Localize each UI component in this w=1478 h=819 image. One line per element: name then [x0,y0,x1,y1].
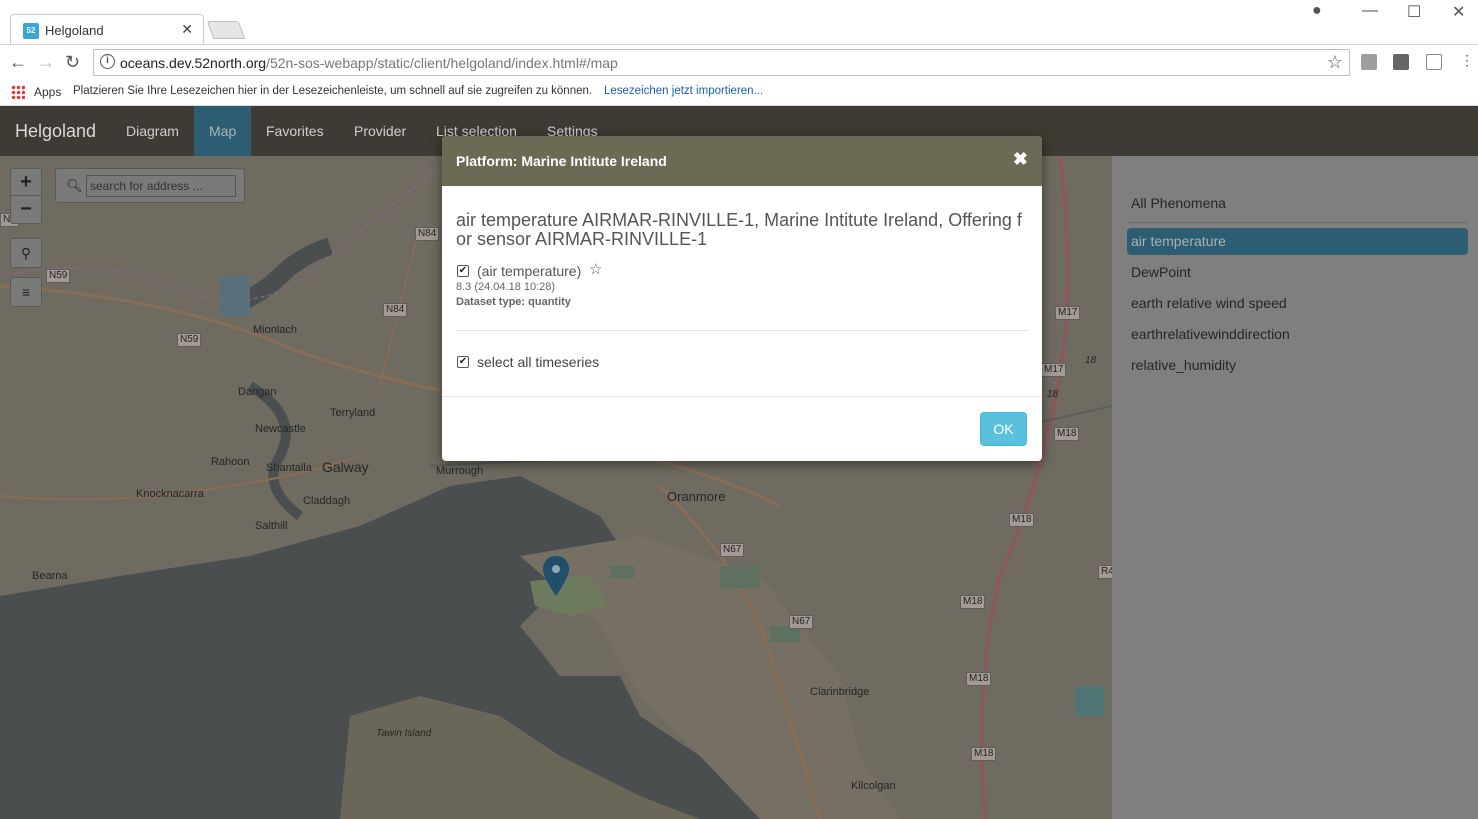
bookmark-apps[interactable]: Apps [34,85,61,99]
zoom-in-button[interactable]: + [11,169,41,196]
nav-map[interactable]: Map [194,106,252,156]
zoom-out-button[interactable]: − [11,196,41,223]
search-extension-icon[interactable] [1426,54,1442,70]
tab-close-icon[interactable]: ✕ [181,21,193,38]
map-label-oranmore: Oranmore [667,489,726,504]
road-shield: M17 [1055,306,1081,320]
apps-grid-icon[interactable] [11,85,25,99]
ok-button[interactable]: OK [980,412,1027,446]
browser-tabstrip: 52 Helgoland ✕ ● — ☐ ✕ [0,0,1478,44]
list-icon: ≡ [21,284,31,300]
extension-icon[interactable] [1393,54,1409,70]
nav-provider[interactable]: Provider [339,106,421,156]
app-brand[interactable]: Helgoland [15,121,96,142]
map-label-knocknacarra: Knocknacarra [136,488,204,500]
map-label-mionlach: Mionlach [253,324,298,336]
address-search: 🔍︎ [55,168,245,203]
road-shield: M18 [1054,427,1080,441]
dataset-type: Dataset type: quantity [456,296,571,308]
map-label-tawin-island: Tawin Island [376,728,432,739]
dataset-title: air temperature AIRMAR-RINVILLE-1, Marin… [456,210,1022,249]
import-bookmarks-link[interactable]: Lesezeichen jetzt importieren... [604,85,763,97]
map-label-kilcolgan: Kilcolgan [851,780,896,792]
dataset-last-value: 8.3 (24.04.18 10:28) [456,281,556,293]
road-shield: M18 [971,747,997,761]
map-label-clarinbridge: Clarinbridge [810,686,870,698]
close-icon[interactable]: ✖ [1013,149,1028,170]
phenomenon-item-relative-humidity[interactable]: relative_humidity [1127,352,1468,379]
road-shield: M18 [960,595,986,609]
map-label-dangan: Dangan [238,386,277,398]
nav-favorites[interactable]: Favorites [251,106,339,156]
map-label-claddagh: Claddagh [303,495,351,507]
new-tab-button[interactable] [206,21,246,39]
road-shield: M18 [1009,513,1035,527]
dataset-checkbox[interactable]: ✔ [457,265,469,277]
forward-arrow-icon[interactable]: → [37,52,55,73]
phenomena-header[interactable]: All Phenomena [1131,195,1226,211]
road-shield: N67 [720,543,745,557]
select-all-label[interactable]: select all timeseries [477,354,599,370]
phenomena-panel: All Phenomena air temperature DewPoint e… [1112,156,1478,819]
select-all-checkbox[interactable]: ✔ [457,356,469,368]
modal-footer-divider [442,396,1042,397]
locate-button[interactable]: ⚲ [10,238,42,268]
menu-kebab-icon[interactable]: ⋮ [1460,52,1474,69]
back-arrow-icon[interactable]: ← [9,52,27,73]
road-shield: N67 [789,615,814,629]
map-label-rahoon: Rahoon [211,456,250,468]
road-shield: M17 [1041,363,1067,377]
layers-button[interactable]: ≡ [10,277,42,307]
bookmark-star-icon[interactable]: ☆ [1327,52,1343,73]
bookmarks-bar: Apps Platzieren Sie Ihre Lesezeichen hie… [0,80,1478,106]
phenomenon-item-dewpoint[interactable]: DewPoint [1127,259,1468,286]
phenomenon-item-wind-speed[interactable]: earth relative wind speed [1127,290,1468,317]
road-shield: M18 [966,672,992,686]
road-shield: N59 [46,269,71,283]
browser-toolbar: ← → ↻ i oceans.dev.52north.org/52n-sos-w… [0,44,1478,80]
reload-icon[interactable]: ↻ [65,52,80,73]
road-shield: N84 [415,227,440,241]
favorite-star-icon[interactable]: ☆ [589,260,602,278]
profile-icon[interactable]: ● [1312,2,1322,20]
map-label-salthill: Salthill [255,520,288,532]
phenomenon-item-air-temperature[interactable]: air temperature [1127,228,1468,255]
dataset-label: (air temperature) [477,263,582,279]
maximize-icon[interactable]: ☐ [1407,2,1421,22]
road-number: 18 [1085,355,1097,366]
modal-divider [456,330,1028,331]
map-label-newcastle: Newcastle [255,423,306,435]
address-bar[interactable]: i oceans.dev.52north.org/52n-sos-webapp/… [93,49,1350,76]
map-label-galway: Galway [322,459,369,475]
minimize-icon[interactable]: — [1362,2,1378,20]
map-label-terryland: Terryland [330,407,376,419]
url-text: oceans.dev.52north.org/52n-sos-webapp/st… [120,55,618,71]
location-pin-icon: ⚲ [20,245,32,261]
zoom-control: + − [10,168,42,224]
map-label-murrough: Murrough [436,465,484,477]
modal-title: Platform: Marine Intitute Ireland [456,153,667,169]
map-label-bearna: Bearna [32,570,68,582]
phenomena-divider [1127,222,1467,223]
road-shield: R4 [1098,565,1112,579]
search-icon[interactable]: 🔍︎ [66,178,83,194]
address-search-input[interactable] [86,175,236,197]
window-close-icon[interactable]: ✕ [1452,2,1465,22]
platform-modal: Platform: Marine Intitute Ireland ✖ air … [442,136,1042,461]
nav-diagram[interactable]: Diagram [111,106,194,156]
map-label-shantalla: Shantalla [266,462,312,474]
browser-tab[interactable]: 52 Helgoland ✕ [10,14,204,44]
bookmarks-hint: Platzieren Sie Ihre Lesezeichen hier in … [73,85,593,97]
phenomenon-item-wind-direction[interactable]: earthrelativewinddirection [1127,321,1468,348]
modal-header: Platform: Marine Intitute Ireland ✖ [442,136,1042,186]
map-marker-icon[interactable] [543,556,569,596]
favicon-icon: 52 [23,23,39,39]
tab-title: Helgoland [45,23,104,38]
road-number: 18 [1047,389,1059,400]
road-shield: N59 [177,333,202,347]
pdf-extension-icon[interactable] [1361,54,1377,70]
site-info-icon[interactable]: i [100,54,115,69]
road-shield: N84 [383,303,408,317]
